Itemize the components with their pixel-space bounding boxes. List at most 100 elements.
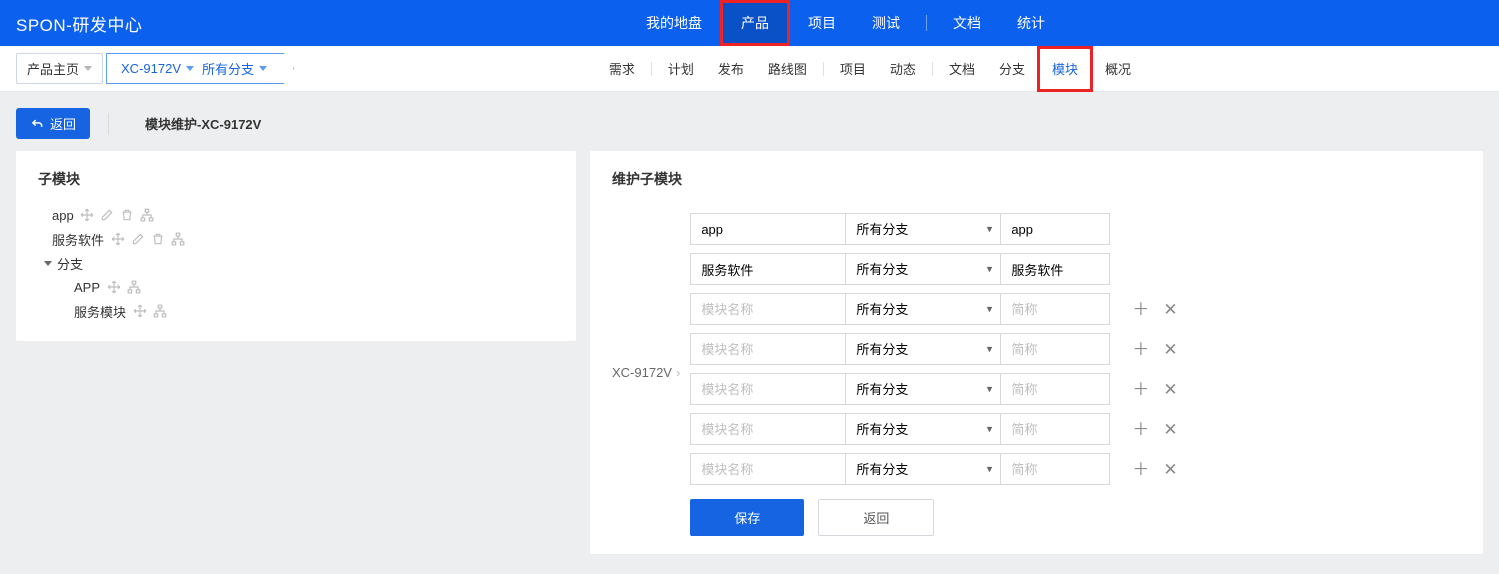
- nav-product[interactable]: 产品: [720, 0, 790, 46]
- branch-select[interactable]: 所有分支: [845, 333, 1000, 365]
- add-row-icon[interactable]: ＋: [1132, 341, 1149, 358]
- add-row-icon[interactable]: ＋: [1132, 421, 1149, 438]
- module-row: 所有分支▾＋✕: [690, 373, 1177, 405]
- tree-label: app: [52, 208, 74, 223]
- move-icon[interactable]: [132, 304, 147, 319]
- save-button[interactable]: 保存: [690, 499, 804, 536]
- nav-doc[interactable]: 文档: [935, 0, 999, 46]
- module-name-input[interactable]: [690, 453, 845, 485]
- branch-select[interactable]: 所有分支: [845, 373, 1000, 405]
- module-short-input[interactable]: [1000, 413, 1110, 445]
- move-icon[interactable]: [80, 208, 95, 223]
- module-short-input[interactable]: [1000, 213, 1110, 245]
- remove-row-icon[interactable]: ✕: [1163, 341, 1177, 358]
- remove-row-icon[interactable]: ✕: [1163, 381, 1177, 398]
- tree-node-app[interactable]: app: [38, 203, 554, 227]
- subnav-requirement[interactable]: 需求: [597, 46, 647, 92]
- row-actions: ＋✕: [1132, 341, 1177, 358]
- module-row: 所有分支▾＋✕: [690, 293, 1177, 325]
- subnav-branch[interactable]: 分支: [987, 46, 1037, 92]
- nav-separator: [926, 15, 927, 31]
- tree-node-branch[interactable]: 分支: [38, 251, 554, 275]
- tree-row-actions: [106, 280, 141, 295]
- tree-node-APP[interactable]: APP: [38, 275, 554, 299]
- form-back-button[interactable]: 返回: [818, 499, 934, 536]
- caret-down-icon: [186, 66, 194, 71]
- subnav-overview[interactable]: 概况: [1093, 46, 1143, 92]
- back-button[interactable]: 返回: [16, 108, 90, 139]
- module-row: 所有分支▾＋✕: [690, 413, 1177, 445]
- breadcrumb-branch-label: 所有分支: [202, 59, 254, 78]
- module-short-input[interactable]: [1000, 253, 1110, 285]
- branch-select[interactable]: 所有分支: [845, 293, 1000, 325]
- move-icon[interactable]: [110, 232, 125, 247]
- subtree-icon[interactable]: [140, 208, 155, 223]
- add-row-icon[interactable]: ＋: [1132, 301, 1149, 318]
- subnav-doc[interactable]: 文档: [937, 46, 987, 92]
- branch-select[interactable]: 所有分支: [845, 453, 1000, 485]
- subtree-icon[interactable]: [126, 280, 141, 295]
- module-name-input[interactable]: [690, 213, 845, 245]
- subtree-icon[interactable]: [170, 232, 185, 247]
- left-panel-title: 子模块: [38, 169, 554, 189]
- tree-node-service-soft[interactable]: 服务软件: [38, 227, 554, 251]
- remove-row-icon[interactable]: ✕: [1163, 421, 1177, 438]
- nav-stats[interactable]: 统计: [999, 0, 1063, 46]
- right-panel-title: 维护子模块: [612, 169, 1461, 189]
- parent-module-label: XC-9172V ›: [612, 213, 680, 380]
- module-short-input[interactable]: [1000, 373, 1110, 405]
- tree-row-actions: [110, 232, 185, 247]
- edit-icon[interactable]: [100, 208, 115, 223]
- branch-select[interactable]: 所有分支: [845, 413, 1000, 445]
- subnav-project[interactable]: 项目: [828, 46, 878, 92]
- form-rows-wrap: 所有分支▾所有分支▾所有分支▾＋✕所有分支▾＋✕所有分支▾＋✕所有分支▾＋✕所有…: [690, 213, 1177, 536]
- remove-row-icon[interactable]: ✕: [1163, 301, 1177, 318]
- subnav-plan[interactable]: 计划: [656, 46, 706, 92]
- subnav-release[interactable]: 发布: [706, 46, 756, 92]
- subtree-icon[interactable]: [152, 304, 167, 319]
- branch-select[interactable]: 所有分支: [845, 213, 1000, 245]
- module-name-input[interactable]: [690, 333, 845, 365]
- sub-nav-right: 需求 计划 发布 路线图 项目 动态 文档 分支 模块 概况: [597, 46, 1143, 92]
- delete-icon[interactable]: [150, 232, 165, 247]
- page-title: 模块维护-XC-9172V: [145, 114, 261, 133]
- module-name-input[interactable]: [690, 253, 845, 285]
- edit-icon[interactable]: [130, 232, 145, 247]
- brand-title: SPON-研发中心: [16, 11, 142, 36]
- add-row-icon[interactable]: ＋: [1132, 461, 1149, 478]
- module-short-input[interactable]: [1000, 453, 1110, 485]
- move-icon[interactable]: [106, 280, 121, 295]
- remove-row-icon[interactable]: ✕: [1163, 461, 1177, 478]
- module-short-input[interactable]: [1000, 293, 1110, 325]
- row-actions: ＋✕: [1132, 301, 1177, 318]
- module-name-input[interactable]: [690, 293, 845, 325]
- row-actions: ＋✕: [1132, 461, 1177, 478]
- delete-icon[interactable]: [120, 208, 135, 223]
- module-row: 所有分支▾＋✕: [690, 333, 1177, 365]
- module-form: XC-9172V › 所有分支▾所有分支▾所有分支▾＋✕所有分支▾＋✕所有分支▾…: [612, 213, 1461, 536]
- tree-label: APP: [74, 280, 100, 295]
- nav-project[interactable]: 项目: [790, 0, 854, 46]
- module-row: 所有分支▾: [690, 253, 1177, 285]
- left-panel: 子模块 app 服务软件: [16, 151, 576, 341]
- back-button-label: 返回: [50, 114, 76, 133]
- breadcrumb-product[interactable]: XC-9172V 所有分支: [106, 53, 294, 84]
- toolbar-separator: [108, 113, 109, 135]
- product-home-dropdown[interactable]: 产品主页: [16, 53, 103, 84]
- form-rows: 所有分支▾所有分支▾所有分支▾＋✕所有分支▾＋✕所有分支▾＋✕所有分支▾＋✕所有…: [690, 213, 1177, 485]
- subnav-module[interactable]: 模块: [1037, 46, 1093, 92]
- module-short-input[interactable]: [1000, 333, 1110, 365]
- tree-node-service-module[interactable]: 服务模块: [38, 299, 554, 323]
- subnav-roadmap[interactable]: 路线图: [756, 46, 819, 92]
- tree-row-actions: [80, 208, 155, 223]
- add-row-icon[interactable]: ＋: [1132, 381, 1149, 398]
- module-name-input[interactable]: [690, 373, 845, 405]
- nav-my-space[interactable]: 我的地盘: [628, 0, 720, 46]
- branch-select[interactable]: 所有分支: [845, 253, 1000, 285]
- subnav-dynamic[interactable]: 动态: [878, 46, 928, 92]
- right-panel: 维护子模块 XC-9172V › 所有分支▾所有分支▾所有分支▾＋✕所有分支▾＋…: [590, 151, 1483, 554]
- module-name-input[interactable]: [690, 413, 845, 445]
- parent-module-text: XC-9172V: [612, 365, 672, 380]
- sub-nav: 产品主页 XC-9172V 所有分支 需求 计划 发布 路线图 项目 动态 文档…: [0, 46, 1499, 92]
- nav-test[interactable]: 测试: [854, 0, 918, 46]
